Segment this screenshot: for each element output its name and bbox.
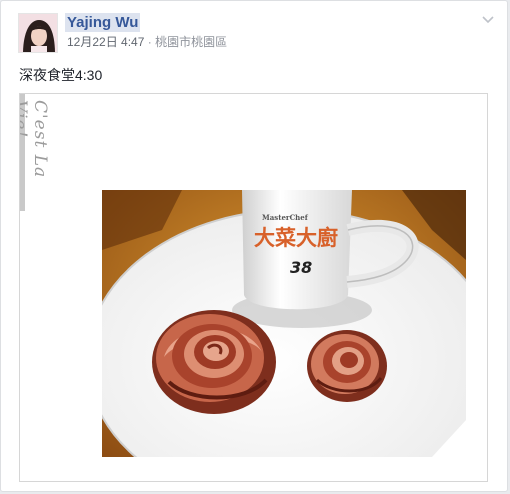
post-text: 深夜食堂4:30 [19, 67, 103, 83]
post-meta: 12月22日 4:47 · 桃園市桃園區 [67, 35, 227, 50]
mug-number-text: 38 [290, 258, 312, 277]
author-name-link[interactable]: Yajing Wu [65, 13, 141, 32]
mug-brand-text: MasterChef [262, 213, 309, 222]
post-timestamp[interactable]: 12月22日 4:47 [67, 35, 144, 49]
post-photo[interactable]: C'est La Vie! MasterChef 大菜大廚 38 [19, 93, 488, 482]
meta-separator: · [147, 35, 152, 49]
chevron-down-icon[interactable] [480, 13, 496, 27]
avatar-image [19, 14, 57, 52]
photo-image: MasterChef 大菜大廚 38 [102, 190, 466, 457]
author-avatar[interactable] [18, 13, 58, 53]
big-apple-rose [152, 310, 276, 414]
post-card: Yajing Wu 12月22日 4:47 · 桃園市桃園區 深夜食堂4:30 … [0, 0, 508, 492]
post-location[interactable]: 桃園市桃園區 [155, 35, 227, 49]
mug-chinese-text: 大菜大廚 [254, 226, 338, 250]
small-apple-rose [307, 330, 387, 402]
photo-side-caption: C'est La Vie! [19, 100, 50, 179]
